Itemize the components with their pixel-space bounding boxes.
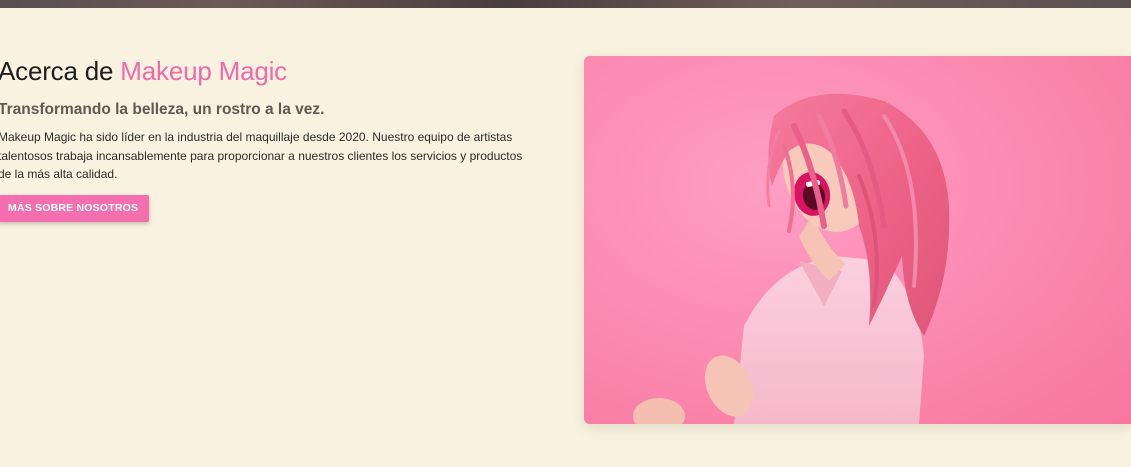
about-description: Makeup Magic ha sido líder en la industr…: [0, 130, 523, 181]
more-about-us-button[interactable]: MÁS SOBRE NOSOTROS: [0, 194, 150, 222]
woman-pink-hair-image: [584, 56, 1131, 424]
about-title-prefix: Acerca de: [0, 56, 121, 86]
about-title-brand: Makeup Magic: [120, 56, 287, 86]
about-section: Acerca de Makeup Magic Transformando la …: [0, 8, 1131, 467]
about-subtitle: Transformando la belleza, un rostro a la…: [0, 101, 325, 118]
about-photo: [584, 56, 1131, 424]
about-title: Acerca de Makeup Magic: [0, 54, 543, 88]
about-text-column: Acerca de Makeup Magic Transformando la …: [0, 54, 543, 222]
hero-image-bottom-edge: [0, 0, 1131, 8]
